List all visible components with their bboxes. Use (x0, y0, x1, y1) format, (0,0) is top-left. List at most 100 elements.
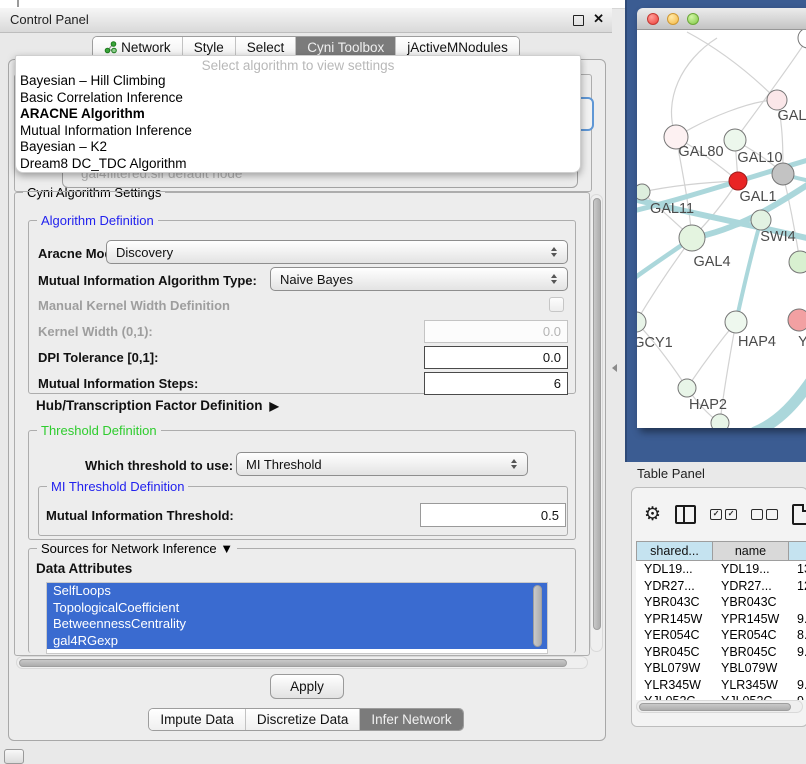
tab-label-jactivemnodules: jActiveMNodules (407, 40, 508, 55)
which-threshold-combobox[interactable]: MI Threshold (236, 452, 528, 476)
column-header-name[interactable]: name (713, 541, 789, 561)
minimize-traffic-light-icon[interactable] (667, 13, 679, 25)
network-node[interactable] (789, 251, 806, 273)
network-node-gal[interactable] (767, 90, 787, 110)
node-label-gal: GAL (777, 108, 806, 124)
table-hscroll-thumb[interactable] (639, 703, 791, 711)
tab-label-style: Style (194, 40, 224, 55)
settings-vertical-scrollbar[interactable] (590, 194, 603, 652)
zoom-traffic-light-icon[interactable] (687, 13, 699, 25)
algorithm-option-basic-correlation-inference[interactable]: Basic Correlation Inference (16, 90, 580, 107)
sources-legend: Sources for Network Inference ▼ (37, 541, 237, 556)
close-window-icon[interactable]: ✕ (593, 11, 604, 27)
table-horizontal-scrollbar[interactable] (636, 700, 803, 713)
attribute-selfloops[interactable]: SelfLoops (47, 583, 547, 600)
network-node[interactable] (711, 414, 729, 428)
table-row[interactable]: YBR043CYBR043C (636, 594, 806, 611)
network-node[interactable] (772, 163, 794, 185)
table-cell: YDR27... (636, 578, 713, 595)
table-row[interactable]: YLR345WYLR345W9. (636, 677, 806, 694)
node-label-hap4: HAP4 (738, 334, 776, 350)
splitter-collapse-icon[interactable] (612, 364, 617, 372)
node-label-swi4: SWI4 (760, 229, 795, 245)
table-row[interactable]: YDR27...YDR27...12 (636, 578, 806, 595)
algorithm-option-bayesian-hill-climbing[interactable]: Bayesian – Hill Climbing (16, 73, 580, 90)
table-cell: YDR27... (713, 578, 789, 595)
network-window-titlebar[interactable] (637, 8, 806, 30)
column-header-a[interactable]: A (789, 541, 806, 561)
new-table-icon[interactable] (792, 504, 806, 525)
network-edge (671, 38, 717, 137)
attribute-gal4rgexp[interactable]: gal4RGexp (47, 633, 547, 650)
split-columns-icon[interactable] (675, 505, 696, 524)
table-row[interactable]: YPR145WYPR145W9. (636, 611, 806, 628)
table-cell: YPR145W (636, 611, 713, 628)
network-node-hap2[interactable] (678, 379, 696, 397)
table-row[interactable]: YBR045CYBR045C9. (636, 644, 806, 661)
mi-type-combobox[interactable]: Naive Bayes (270, 267, 568, 291)
kernel-width-field[interactable] (424, 320, 568, 343)
table-cell: YLR345W (713, 677, 789, 694)
attribute-betweennesscentrality[interactable]: BetweennessCentrality (47, 616, 547, 633)
show-columns-icon[interactable]: ✓✓ (710, 509, 737, 520)
table-cell: YDL19... (636, 561, 713, 578)
column-header-shared[interactable]: shared... (636, 541, 713, 561)
dropdown-items: Bayesian – Hill ClimbingBasic Correlatio… (16, 73, 580, 172)
float-window-button[interactable] (573, 15, 584, 26)
tab-impute-data[interactable]: Impute Data (149, 709, 245, 730)
manual-kernel-checkbox[interactable] (549, 297, 564, 312)
network-node-gal1[interactable] (729, 172, 747, 190)
tab-label-cyni-toolbox: Cyni Toolbox (307, 40, 384, 55)
mi-steps-field[interactable] (424, 372, 568, 395)
settings-vscroll-thumb[interactable] (593, 198, 601, 630)
table-cell: 8. (789, 627, 806, 644)
network-node-gcy1[interactable] (637, 312, 646, 332)
network-node[interactable] (798, 30, 806, 48)
aracne-mode-combobox[interactable]: Discovery (106, 240, 568, 264)
algorithm-option-aracne-algorithm[interactable]: ARACNE Algorithm (16, 106, 580, 123)
which-threshold-value: MI Threshold (246, 457, 505, 472)
table-row[interactable]: YER054CYER054C8. (636, 627, 806, 644)
settings-hscroll-thumb[interactable] (19, 659, 567, 667)
tab-discretize-data[interactable]: Discretize Data (245, 709, 360, 730)
which-threshold-label: Which threshold to use: (85, 458, 233, 473)
network-node-swi4[interactable] (751, 210, 771, 230)
close-traffic-light-icon[interactable] (647, 13, 659, 25)
table-row[interactable]: YJL052CYJL052C9. (636, 693, 806, 700)
table-row[interactable]: YDL19...YDL19...13 (636, 561, 806, 578)
mi-type-label: Mutual Information Algorithm Type: (38, 273, 257, 288)
network-node-y[interactable] (788, 309, 806, 331)
table-row[interactable]: YBL079WYBL079W (636, 660, 806, 677)
mi-threshold-label: Mutual Information Threshold: (46, 508, 234, 523)
network-canvas[interactable]: GALGAL80GAL10GAL1SWI4GAL11GAL4GCY1HAP4YH… (637, 30, 806, 428)
mi-threshold-field[interactable] (420, 503, 566, 527)
network-node-gal10[interactable] (724, 129, 746, 151)
table-cell: YER054C (636, 627, 713, 644)
hide-columns-icon[interactable] (751, 509, 778, 520)
hub-definition-expander[interactable]: Hub/Transcription Factor Definition ▶ (36, 398, 279, 413)
table-cell (789, 594, 806, 611)
apply-button[interactable]: Apply (270, 674, 344, 699)
network-node-hap4[interactable] (725, 311, 747, 333)
settings-horizontal-scrollbar[interactable] (16, 656, 588, 669)
network-node-gal4[interactable] (679, 225, 705, 251)
tab-label-select: Select (247, 40, 285, 55)
expander-expanded-icon[interactable]: ▼ (220, 541, 233, 556)
combo-stepper-icon (545, 247, 563, 257)
attributes-scroll-thumb[interactable] (533, 585, 542, 647)
combo-stepper-icon (505, 459, 523, 469)
table-cell: YJL052C (636, 693, 713, 700)
gear-icon[interactable]: ⚙ (644, 505, 661, 524)
dpi-tolerance-field[interactable] (424, 346, 568, 369)
table-cell: 13 (789, 561, 806, 578)
node-label-y: Y (798, 334, 806, 350)
attributes-scrollbar[interactable] (532, 584, 543, 650)
algorithm-option-dream8-dc-tdc-algorithm[interactable]: Dream8 DC_TDC Algorithm (16, 156, 580, 173)
algorithm-option-mutual-information-inference[interactable]: Mutual Information Inference (16, 123, 580, 140)
tab-infer-network[interactable]: Infer Network (359, 709, 462, 730)
node-label-gal10: GAL10 (737, 150, 782, 166)
table-cell: YDL19... (713, 561, 789, 578)
attribute-topologicalcoefficient[interactable]: TopologicalCoefficient (47, 600, 547, 617)
network-node-gal11[interactable] (637, 184, 650, 200)
algorithm-option-bayesian-k2[interactable]: Bayesian – K2 (16, 139, 580, 156)
